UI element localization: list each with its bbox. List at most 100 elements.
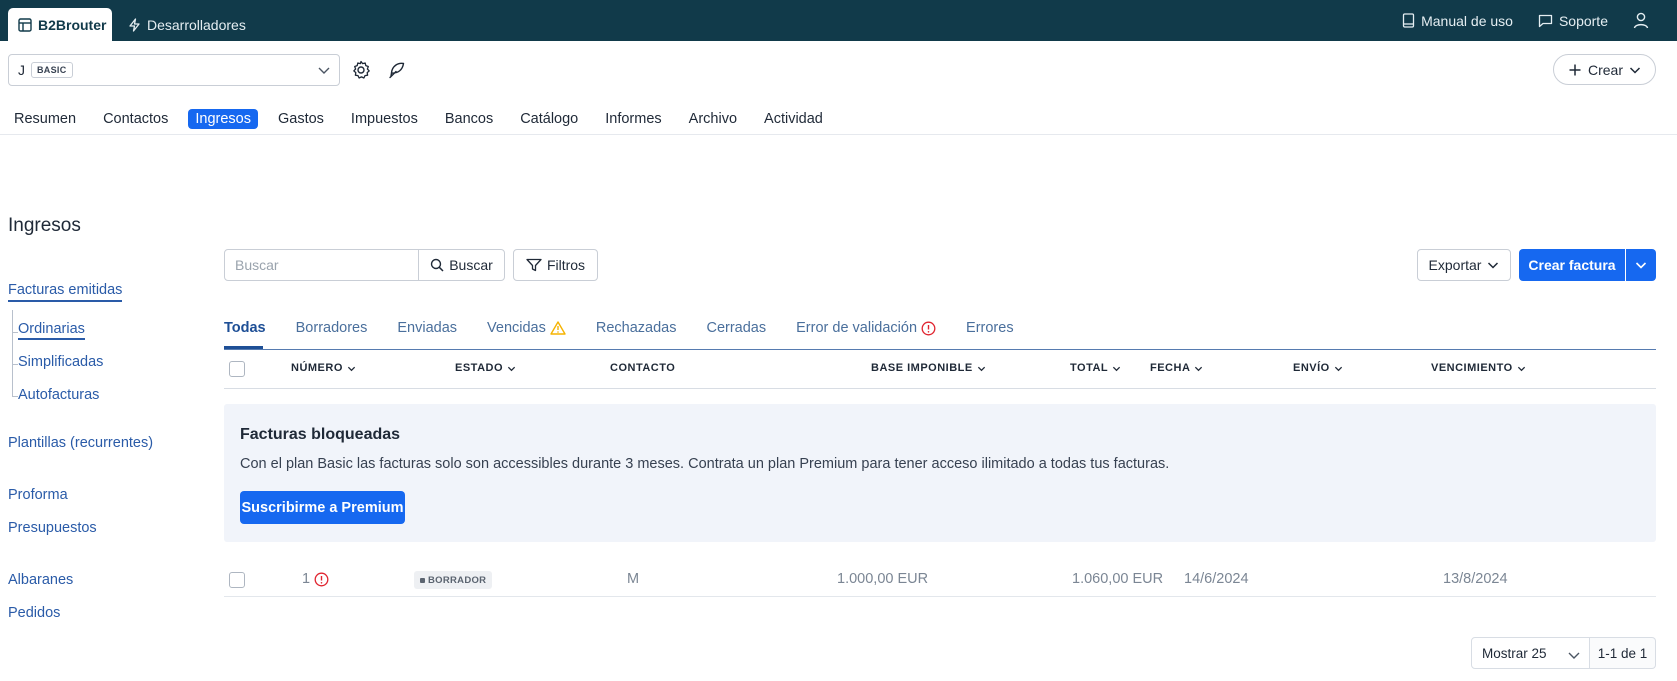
search-icon (430, 258, 444, 272)
tabs-divider (224, 349, 1656, 350)
tab-error-validacion[interactable]: Error de validación (796, 320, 936, 336)
tab-enviadas[interactable]: Enviadas (397, 320, 457, 336)
nav-ingresos[interactable]: Ingresos (188, 109, 258, 129)
create-menu-button[interactable]: Crear (1553, 54, 1656, 85)
row-number-value: 1 (302, 571, 311, 587)
top-bar: B2Brouter Desarrolladores Manual de uso … (0, 0, 1677, 41)
col-header-status-label: ESTADO (455, 362, 504, 374)
chevron-down-icon (1487, 259, 1499, 271)
nav-archivo[interactable]: Archivo (682, 109, 744, 129)
page-title: Ingresos (8, 215, 81, 236)
row-number[interactable]: 1 (302, 571, 329, 587)
developers-tab[interactable]: Desarrolladores (128, 8, 246, 41)
col-header-due[interactable]: VENCIMIENTO (1431, 362, 1526, 374)
subscribe-premium-button[interactable]: Suscribirme a Premium (240, 491, 405, 524)
export-button[interactable]: Exportar (1417, 249, 1511, 281)
book-icon (1402, 13, 1415, 28)
gear-icon (351, 60, 371, 80)
sidebar-item-ordinarias[interactable]: Ordinarias (18, 321, 85, 340)
chevron-down-icon (1567, 648, 1581, 662)
page-size-select[interactable]: Mostrar 25 (1471, 637, 1590, 669)
sidebar-item-presupuestos[interactable]: Presupuestos (8, 520, 97, 536)
chevron-down-icon (1112, 364, 1121, 373)
chevron-down-icon (1635, 259, 1647, 271)
create-invoice-dropdown-button[interactable] (1626, 249, 1656, 281)
nav-catalogo[interactable]: Catálogo (513, 109, 585, 129)
tab-cerradas[interactable]: Cerradas (706, 320, 766, 336)
nav-actividad[interactable]: Actividad (757, 109, 830, 129)
settings-button[interactable] (350, 59, 372, 81)
nav-resumen[interactable]: Resumen (7, 109, 83, 129)
col-header-base-label: BASE IMPONIBLE (871, 362, 973, 374)
col-header-date[interactable]: FECHA (1150, 362, 1203, 374)
banner-text: Con el plan Basic las facturas solo son … (240, 456, 1170, 472)
col-header-status[interactable]: ESTADO (455, 362, 516, 374)
nav-informes[interactable]: Informes (598, 109, 668, 129)
tab-vencidas[interactable]: Vencidas (487, 320, 566, 336)
col-header-contact-label: CONTACTO (610, 362, 676, 374)
manual-link[interactable]: Manual de uso (1402, 13, 1513, 29)
status-badge-label: BORRADOR (428, 574, 487, 586)
warning-icon (550, 321, 566, 335)
filters-button[interactable]: Filtros (513, 249, 598, 281)
sidebar-item-simplificadas[interactable]: Simplificadas (18, 354, 103, 370)
row-total: 1.060,00 EUR (1072, 571, 1164, 587)
sidebar-item-facturas-emitidas[interactable]: Facturas emitidas (8, 282, 123, 302)
app-tab-b2brouter[interactable]: B2Brouter (8, 8, 112, 41)
developers-tab-label: Desarrolladores (147, 16, 246, 33)
nav-bancos[interactable]: Bancos (438, 109, 500, 129)
col-header-number[interactable]: NÚMERO (291, 362, 356, 374)
col-header-total[interactable]: TOTAL (1070, 362, 1121, 374)
tree-line (12, 310, 13, 397)
col-header-number-label: NÚMERO (291, 362, 343, 374)
status-dot (420, 577, 425, 583)
company-initial: J (18, 62, 25, 78)
row-divider (224, 596, 1656, 597)
plan-badge: BASIC (31, 62, 73, 78)
col-header-send-label: ENVÍO (1293, 362, 1330, 374)
sidebar-item-pedidos[interactable]: Pedidos (8, 605, 60, 621)
search-input[interactable] (224, 249, 419, 281)
sidebar-item-proforma[interactable]: Proforma (8, 487, 68, 503)
nav-impuestos[interactable]: Impuestos (344, 109, 425, 129)
chevron-down-icon (1334, 364, 1343, 373)
row-base: 1.000,00 EUR (837, 571, 929, 587)
create-invoice-button[interactable]: Crear factura (1519, 249, 1625, 281)
sidebar-item-autofacturas[interactable]: Autofacturas (18, 387, 99, 403)
col-header-base[interactable]: BASE IMPONIBLE (871, 362, 986, 374)
support-link-label: Soporte (1558, 12, 1608, 29)
sidebar-item-plantillas[interactable]: Plantillas (recurrentes) (8, 435, 153, 451)
nav-contactos[interactable]: Contactos (96, 109, 175, 129)
search-button[interactable]: Buscar (418, 249, 505, 281)
select-all-checkbox[interactable] (229, 361, 245, 377)
tab-error-validacion-label: Error de validación (796, 320, 918, 336)
error-icon (314, 572, 329, 587)
row-checkbox[interactable] (229, 572, 245, 588)
col-header-send[interactable]: ENVÍO (1293, 362, 1343, 374)
create-menu-label: Crear (1587, 61, 1623, 78)
row-date: 14/6/2024 (1184, 571, 1249, 587)
chat-icon (1538, 14, 1553, 28)
customize-button[interactable] (386, 59, 408, 81)
col-header-contact: CONTACTO (610, 362, 675, 374)
pagination-info: 1-1 de 1 (1590, 637, 1656, 669)
table-icon (18, 17, 32, 32)
tab-rechazadas[interactable]: Rechazadas (596, 320, 677, 336)
tab-errores[interactable]: Errores (966, 320, 1014, 336)
search-button-label: Buscar (449, 257, 493, 273)
chevron-down-icon (1517, 364, 1526, 373)
sidebar-item-albaranes[interactable]: Albaranes (8, 572, 73, 588)
nav-gastos[interactable]: Gastos (271, 109, 331, 129)
tab-todas[interactable]: Todas (224, 320, 266, 336)
user-menu-button[interactable] (1633, 12, 1649, 29)
chevron-down-icon (507, 364, 516, 373)
company-selector[interactable]: J BASIC (8, 54, 340, 86)
status-badge: BORRADOR (414, 571, 493, 589)
page-size-label: Mostrar 25 (1482, 645, 1547, 661)
app-tab-label: B2Brouter (38, 16, 107, 33)
banner-title: Facturas bloqueadas (240, 426, 401, 443)
support-link[interactable]: Soporte (1538, 13, 1608, 29)
tab-borradores[interactable]: Borradores (296, 320, 368, 336)
locked-invoices-banner: Facturas bloqueadas Con el plan Basic la… (224, 404, 1656, 542)
export-button-label: Exportar (1428, 257, 1482, 273)
